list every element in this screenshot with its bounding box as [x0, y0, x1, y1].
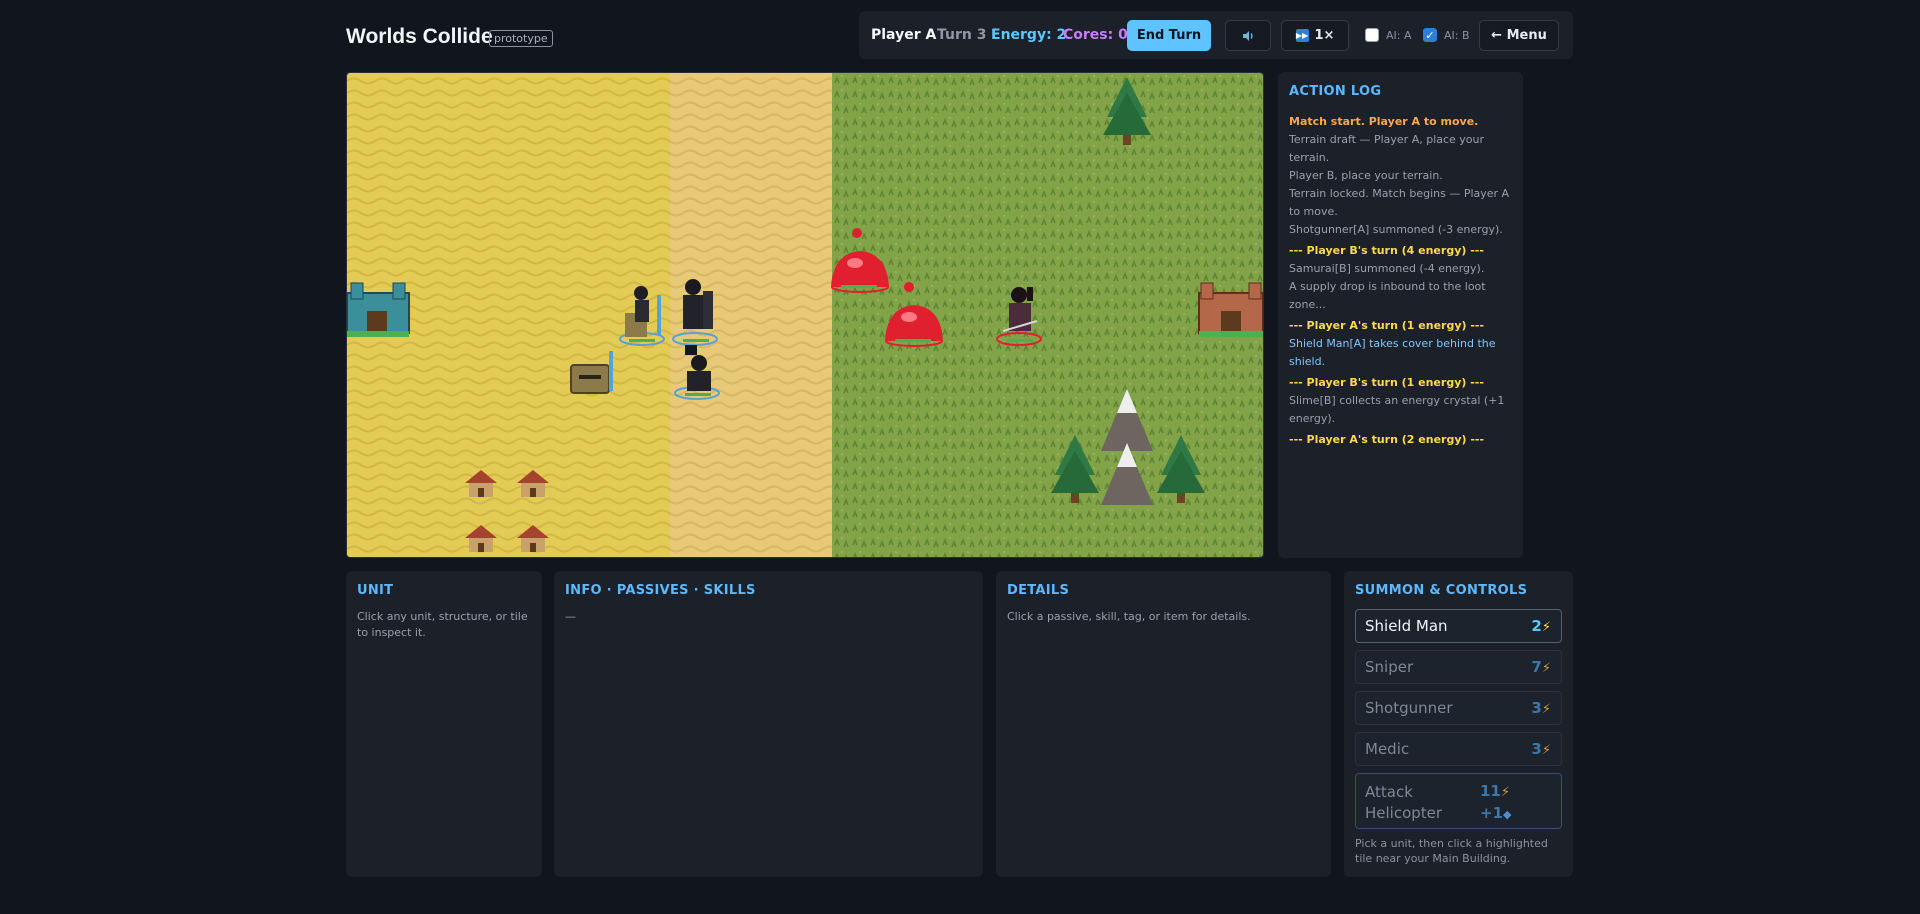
log-entry: --- Player B's turn (1 energy) --- [1289, 376, 1484, 389]
summon-item-cost: 3 [1531, 699, 1542, 717]
core-diamond-icon: ◆ [1503, 808, 1512, 821]
heli-energy-cost: 11 [1480, 782, 1501, 800]
game-board[interactable] [346, 72, 1264, 558]
lightning-icon: ⚡ [1500, 785, 1511, 800]
log-entry: Terrain draft — Player A, place your ter… [1289, 133, 1485, 164]
speed-value: 1× [1314, 28, 1335, 43]
info-panel-value: — [565, 610, 576, 623]
speaker-icon [1243, 30, 1253, 41]
action-log-title: ACTION LOG [1289, 84, 1382, 99]
details-panel: DETAILS Click a passive, skill, tag, or … [996, 571, 1331, 877]
ai-a-label: AI: A [1386, 28, 1412, 42]
summon-item-cost: 2 [1531, 617, 1542, 635]
info-panel-title: INFO · PASSIVES · SKILLS [565, 583, 756, 598]
lightning-icon: ⚡ [1541, 743, 1551, 758]
log-entry: --- Player A's turn (2 energy) --- [1289, 433, 1485, 446]
summon-item-cost: 3 [1531, 740, 1542, 758]
log-entry: Player B, place your terrain. [1289, 169, 1443, 182]
summon-attack-helicopter[interactable]: Attack Helicopter 11⚡ +1◆ [1355, 773, 1562, 829]
ai-b-box[interactable]: ✓ [1423, 28, 1437, 42]
summon-medic[interactable]: Medic 3⚡ [1355, 732, 1562, 766]
sound-toggle-button[interactable] [1225, 20, 1271, 51]
lightning-icon: ⚡ [1541, 661, 1551, 676]
unit-panel-hint: Click any unit, structure, or tile to in… [357, 610, 528, 639]
log-entry: Terrain locked. Match begins — Player A … [1289, 187, 1510, 218]
lightning-icon: ⚡ [1541, 702, 1551, 717]
summon-item-name: Shield Man [1365, 617, 1448, 635]
cores-counter: Cores: 0 [1063, 27, 1128, 43]
action-log-panel: ACTION LOG Match start. Player A to move… [1278, 72, 1523, 558]
lightning-icon: ⚡ [1541, 620, 1551, 635]
log-entry: --- Player A's turn (1 energy) --- [1289, 319, 1485, 332]
summon-item-name: Attack Helicopter [1365, 782, 1442, 824]
log-entry: Slime[B] collects an energy crystal (+1 … [1289, 394, 1505, 425]
action-log-entries: Match start. Player A to move. Terrain dr… [1289, 113, 1512, 449]
summon-panel-title: SUMMON & CONTROLS [1355, 583, 1528, 598]
summon-item-name: Medic [1365, 740, 1410, 758]
log-entry: Match start. Player A to move. [1289, 115, 1479, 128]
board-canvas[interactable] [347, 73, 1264, 558]
heli-name-line1: Attack [1365, 783, 1413, 801]
unit-panel: UNIT Click any unit, structure, or tile … [346, 571, 542, 877]
summon-panel: SUMMON & CONTROLS Shield Man 2⚡ Sniper 7… [1344, 571, 1573, 877]
summon-item-cost: 7 [1531, 658, 1542, 676]
ai-a-checkbox[interactable]: AI: A [1365, 27, 1412, 43]
details-panel-title: DETAILS [1007, 583, 1070, 598]
ai-b-label: AI: B [1444, 28, 1470, 42]
heli-name-line2: Helicopter [1365, 804, 1443, 822]
log-entry: Shotgunner[A] summoned (-3 energy). [1289, 223, 1503, 236]
speed-button[interactable]: ▶▶ 1× [1281, 20, 1349, 51]
details-panel-hint: Click a passive, skill, tag, or item for… [1007, 610, 1251, 623]
summon-item-name: Sniper [1365, 658, 1414, 676]
summon-shotgunner[interactable]: Shotgunner 3⚡ [1355, 691, 1562, 725]
log-entry: Samurai[B] summoned (-4 energy). [1289, 262, 1485, 275]
summon-item-name: Shotgunner [1365, 699, 1453, 717]
current-player: Player A [871, 27, 937, 43]
prototype-badge: prototype [489, 30, 553, 47]
ai-a-box[interactable] [1365, 28, 1379, 42]
log-entry: Shield Man[A] takes cover behind the shi… [1289, 337, 1496, 368]
end-turn-button[interactable]: End Turn [1127, 20, 1211, 51]
info-panel: INFO · PASSIVES · SKILLS — [554, 571, 983, 877]
summon-hint: Pick a unit, then click a highlighted ti… [1355, 837, 1548, 865]
ai-b-checkbox[interactable]: ✓ AI: B [1423, 27, 1470, 43]
fast-forward-icon: ▶▶ [1295, 29, 1309, 42]
turn-counter: Turn 3 [937, 27, 987, 43]
summon-sniper[interactable]: Sniper 7⚡ [1355, 650, 1562, 684]
unit-panel-title: UNIT [357, 583, 394, 598]
hud-bar: Player A Turn 3 Energy: 2 Cores: 0 End T… [859, 11, 1573, 59]
menu-button[interactable]: ← Menu [1479, 20, 1559, 51]
summon-shield-man[interactable]: Shield Man 2⚡ [1355, 609, 1562, 643]
game-title: Worlds Collide [346, 25, 493, 48]
log-entry: --- Player B's turn (4 energy) --- [1289, 244, 1484, 257]
energy-counter: Energy: 2 [991, 27, 1067, 43]
heli-core-cost: +1 [1480, 804, 1504, 822]
log-entry: A supply drop is inbound to the loot zon… [1289, 280, 1486, 311]
